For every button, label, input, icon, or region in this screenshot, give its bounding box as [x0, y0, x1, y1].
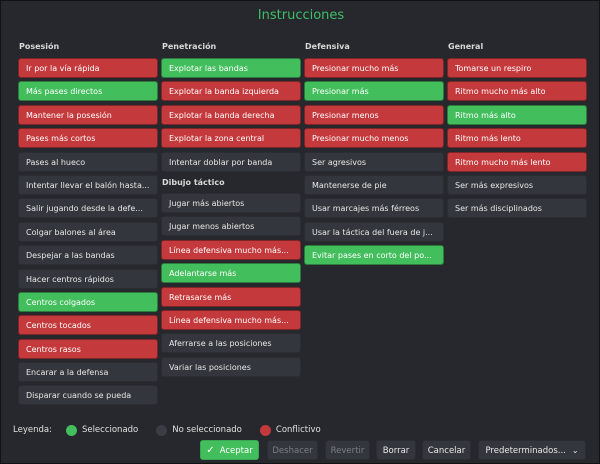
instruction-colgar-balones-al-area-button[interactable]: Colgar balones al área	[18, 221, 158, 242]
defaults-dropdown[interactable]: Predeterminados... ⌄	[478, 440, 586, 460]
instruction-usar-marcajes-mas-ferreos-button[interactable]: Usar marcajes más férreos	[304, 198, 444, 219]
instruction-presionar-mucho-menos-button[interactable]: Presionar mucho menos	[304, 128, 444, 149]
legend-unselected-text: No seleccionado	[172, 425, 242, 435]
instruction-pases-mas-cortos-button[interactable]: Pases más cortos	[18, 128, 158, 149]
instruction-ir-por-la-via-rapida-button[interactable]: Ir por la vía rápida	[18, 58, 158, 78]
instruction-retrasarse-mas-button[interactable]: Retrasarse más	[161, 286, 301, 307]
instruction-ser-agresivos-button[interactable]: Ser agresivos	[304, 151, 444, 172]
column-header: Posesión	[19, 42, 60, 51]
erase-button[interactable]: Borrar	[376, 440, 416, 460]
column-header: Defensiva	[305, 42, 350, 51]
instruction-presionar-mucho-mas-button[interactable]: Presionar mucho más	[304, 58, 444, 78]
column-posesion: Posesión Ir por la vía rápida Más pases d…	[18, 41, 158, 409]
legend-item-selected: Seleccionado	[65, 424, 139, 436]
gray-dot-icon	[156, 424, 168, 436]
column-header: Penetración	[162, 42, 217, 51]
accept-button[interactable]: ✓ Aceptar	[200, 440, 259, 460]
cancel-button[interactable]: Cancelar	[422, 440, 471, 460]
instruction-explotar-las-bandas-button[interactable]: Explotar las bandas	[161, 58, 301, 78]
revert-button[interactable]: Revertir	[325, 440, 370, 460]
instruction-ritmo-mucho-mas-alto-button[interactable]: Ritmo mucho más alto	[447, 81, 587, 102]
instruction-explotar-la-banda-izquierda-button[interactable]: Explotar la banda izquierda	[161, 81, 301, 102]
instruction-ser-mas-expresivos-button[interactable]: Ser más expresivos	[447, 174, 587, 195]
red-dot-icon	[259, 424, 271, 436]
instruction-mantener-la-posesion-button[interactable]: Mantener la posesión	[18, 104, 158, 125]
undo-button[interactable]: Deshacer	[267, 440, 318, 460]
instruction-centros-colgados-button[interactable]: Centros colgados	[18, 291, 158, 312]
instruction-jugar-menos-abiertos-button[interactable]: Jugar menos abiertos	[161, 216, 301, 237]
legend-selected-text: Seleccionado	[81, 425, 139, 435]
accept-label: Aceptar	[219, 446, 253, 456]
instruction-pases-al-hueco-button[interactable]: Pases al hueco	[18, 151, 158, 172]
defaults-label: Predeterminados...	[485, 446, 566, 456]
instruction-tomarse-un-respiro-button[interactable]: Tomarse un respiro	[447, 58, 587, 78]
instruction-ritmo-mas-alto-button[interactable]: Ritmo más alto	[447, 104, 587, 125]
instruction-aferrarse-a-las-posiciones-button[interactable]: Aferrarse a las posiciones	[161, 333, 301, 354]
instruction-ser-mas-disciplinados-button[interactable]: Ser más disciplinados	[447, 198, 587, 219]
column-general: General Tomarse un respiro Ritmo mucho má…	[447, 41, 587, 222]
legend-item-conflict: Conflictivo	[259, 424, 321, 436]
instruction-disparar-cuando-se-pueda-button[interactable]: Disparar cuando se pueda	[18, 385, 158, 406]
check-icon: ✓	[206, 445, 215, 456]
instruction-adelantarse-mas-button[interactable]: Adelantarse más	[161, 263, 301, 284]
instruction-variar-las-posiciones-button[interactable]: Variar las posiciones	[161, 356, 301, 377]
chevron-down-icon: ⌄	[571, 446, 579, 455]
instruction-list: Tomarse un respiro Ritmo mucho más alto Ri…	[447, 58, 587, 219]
legend: Leyenda: Seleccionado No seleccionado Co…	[13, 423, 339, 437]
column-penetracion: Penetración Explotar las bandas Explotar …	[161, 41, 301, 380]
instruction-explotar-la-banda-derecha-button[interactable]: Explotar la banda derecha	[161, 104, 301, 125]
instruction-list: Ir por la vía rápida Más pases directos Ma…	[18, 58, 158, 406]
legend-conflict-text: Conflictivo	[275, 425, 321, 435]
instructions-dialog: Instrucciones Posesión Ir por la vía ráp…	[0, 0, 600, 464]
instruction-list: Explotar las bandas Explotar la banda izq…	[161, 58, 301, 172]
instruction-presionar-menos-button[interactable]: Presionar menos	[304, 104, 444, 125]
instruction-mas-pases-directos-button[interactable]: Más pases directos	[18, 81, 158, 102]
instruction-ritmo-mucho-mas-lento-button[interactable]: Ritmo mucho más lento	[447, 151, 587, 172]
column-defensiva: Defensiva Presionar mucho más Presionar m…	[304, 41, 444, 269]
instruction-explotar-la-zona-central-button[interactable]: Explotar la zona central	[161, 128, 301, 149]
instruction-sublist: Jugar más abiertos Jugar menos abiertos Lí…	[161, 192, 301, 377]
instruction-mantenerse-de-pie-button[interactable]: Mantenerse de pie	[304, 174, 444, 195]
instruction-usar-la-tactica-del-fuera-de-j-button[interactable]: Usar la táctica del fuera de j...	[304, 221, 444, 242]
column-header: General	[448, 42, 484, 51]
instruction-despejar-a-las-bandas-button[interactable]: Despejar a las bandas	[18, 245, 158, 266]
legend-item-unselected: No seleccionado	[156, 424, 242, 436]
instruction-presionar-mas-button[interactable]: Presionar más	[304, 81, 444, 102]
instruction-hacer-centros-rapidos-button[interactable]: Hacer centros rápidos	[18, 268, 158, 289]
instruction-linea-defensiva-mucho-mas-button[interactable]: Línea defensiva mucho más...	[161, 309, 301, 330]
instruction-intentar-doblar-por-banda-button[interactable]: Intentar doblar por banda	[161, 151, 301, 172]
instruction-intentar-llevar-el-balon-hasta-button[interactable]: Intentar llevar el balón hasta...	[18, 174, 158, 195]
instruction-encarar-a-la-defensa-button[interactable]: Encarar a la defensa	[18, 362, 158, 383]
instruction-salir-jugando-desde-la-defe-button[interactable]: Salir jugando desde la defe...	[18, 198, 158, 219]
instruction-centros-tocados-button[interactable]: Centros tocados	[18, 315, 158, 336]
instruction-list: Presionar mucho más Presionar más Presiona…	[304, 58, 444, 266]
instruction-linea-defensiva-mucho-mas-button[interactable]: Línea defensiva mucho más...	[161, 239, 301, 260]
instruction-jugar-mas-abiertos-button[interactable]: Jugar más abiertos	[161, 192, 301, 213]
instruction-evitar-pases-en-corto-del-po-button[interactable]: Evitar pases en corto del po...	[304, 245, 444, 266]
green-dot-icon	[65, 424, 77, 436]
instruction-ritmo-mas-lento-button[interactable]: Ritmo más lento	[447, 128, 587, 149]
dialog-title: Instrucciones	[257, 8, 345, 23]
legend-label: Leyenda:	[13, 425, 52, 435]
column-subheader: Dibujo táctico	[162, 177, 225, 187]
instruction-centros-rasos-button[interactable]: Centros rasos	[18, 338, 158, 359]
